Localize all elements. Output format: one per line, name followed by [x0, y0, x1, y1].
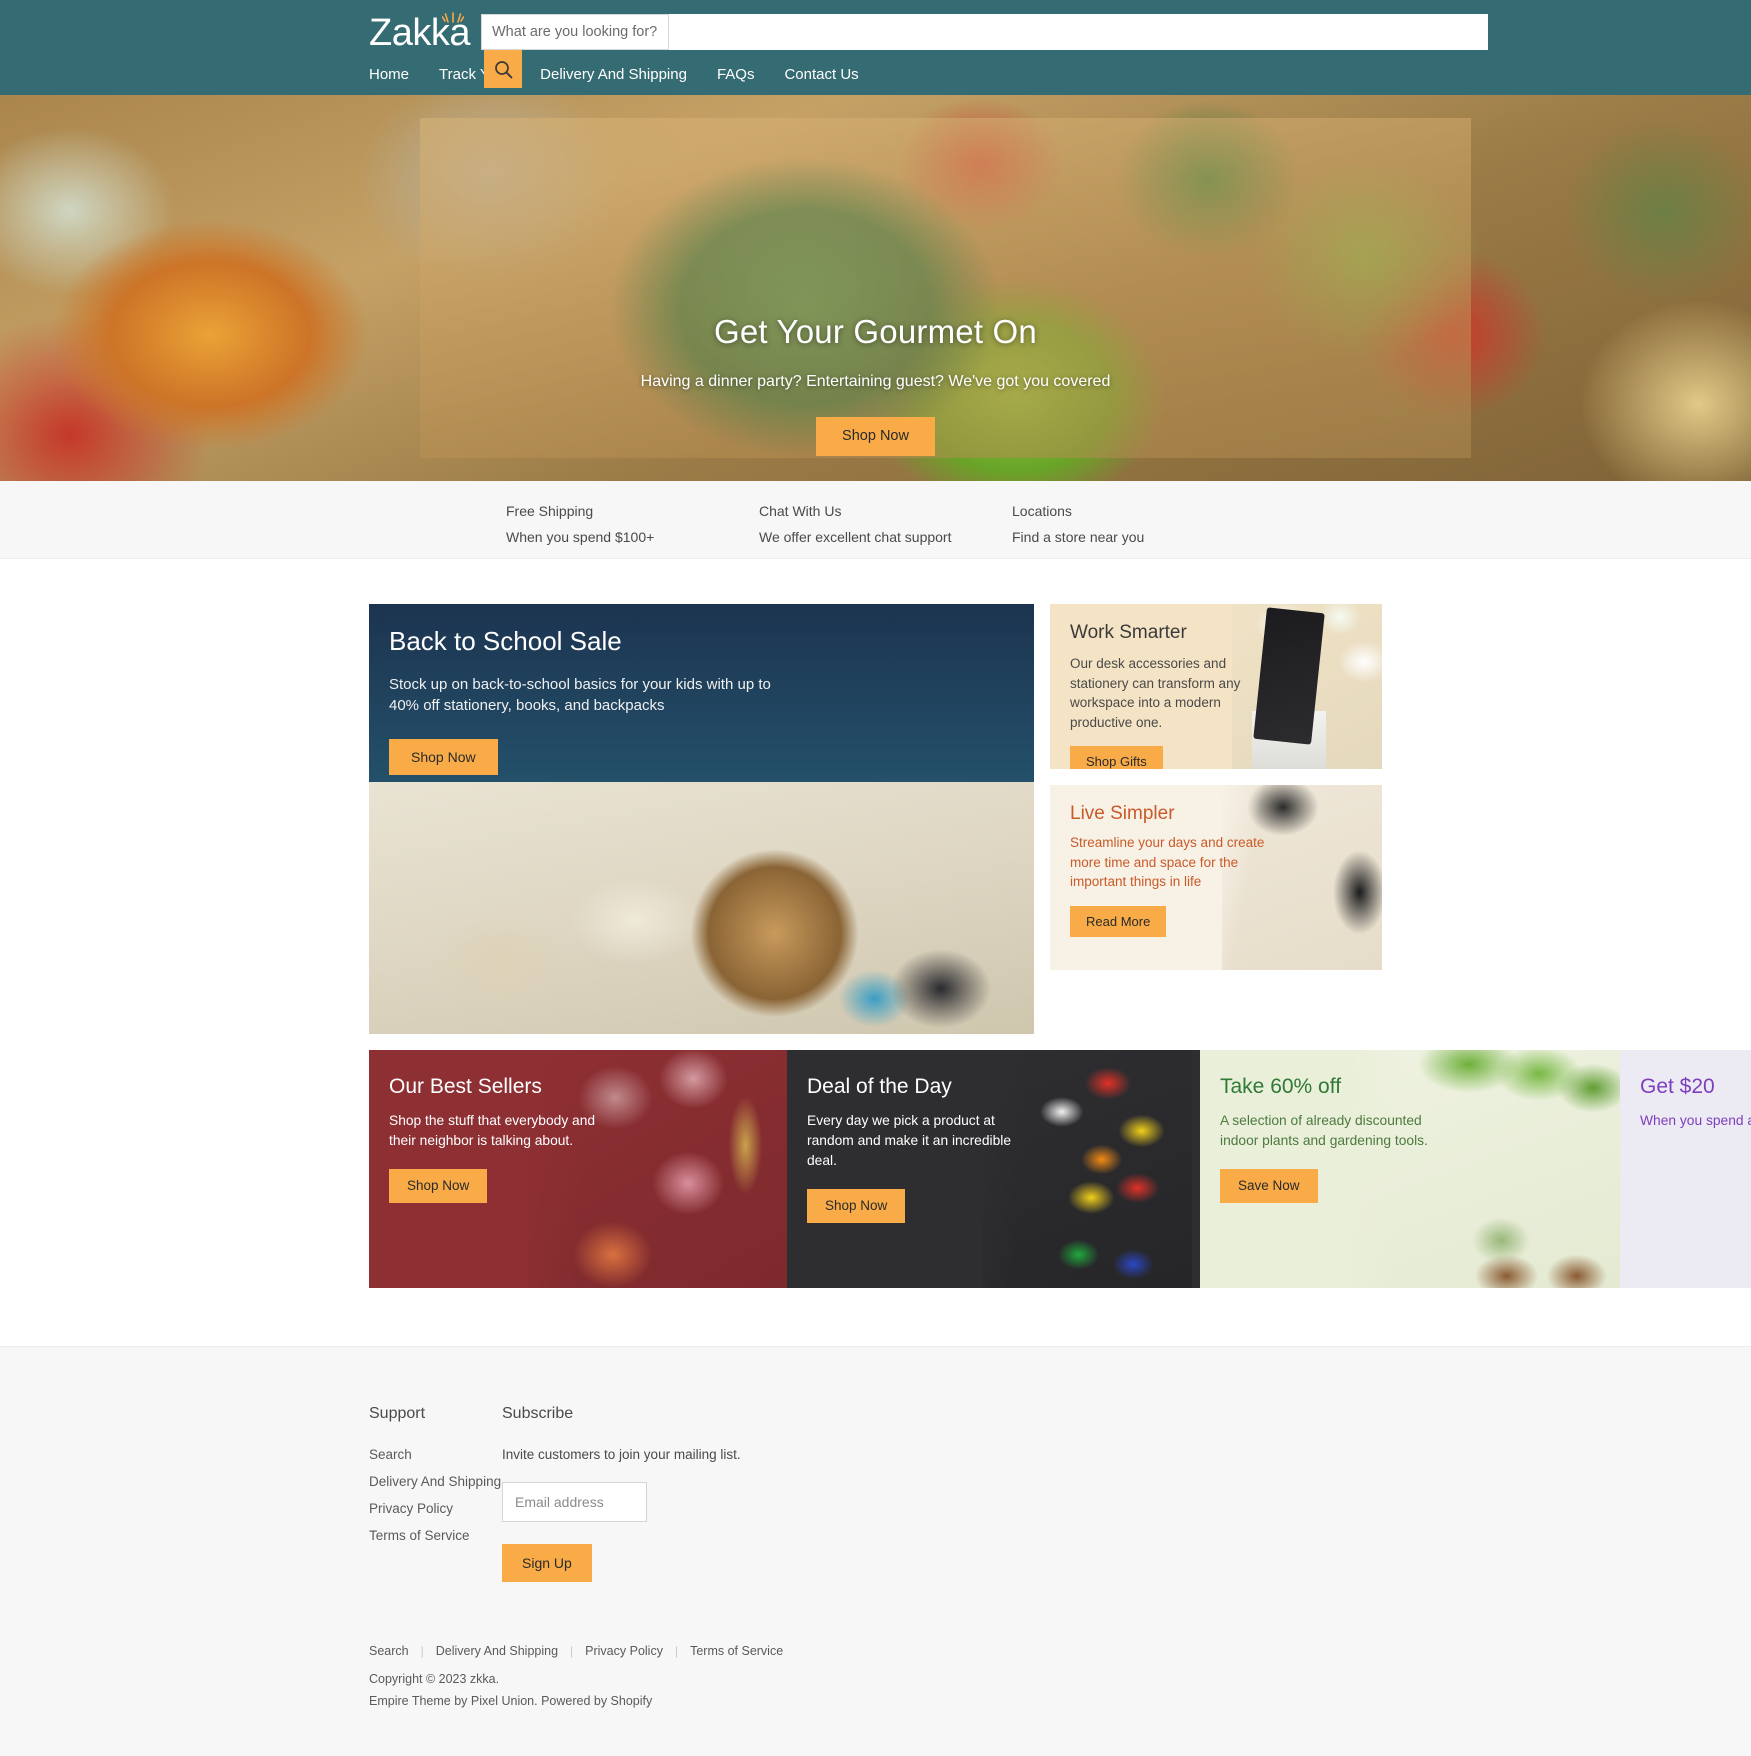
promo-card-back-to-school[interactable]: Back to School Sale Stock up on back-to-…	[369, 604, 1034, 1034]
promo-card-live-simpler[interactable]: Live Simpler Streamline your days and cr…	[1050, 785, 1382, 970]
service-title: Free Shipping	[506, 503, 594, 519]
main-navigation: Home Track Your Delivery And Shipping FA…	[369, 66, 859, 83]
card-text: When you spend and online with	[1640, 1113, 1751, 1128]
school-shop-now-button[interactable]: Shop Now	[389, 738, 498, 775]
promo-card-work-smarter[interactable]: Work Smarter Our desk accessories and st…	[1050, 604, 1382, 769]
service-title: Locations	[1012, 503, 1072, 519]
card-text: A selection of already discounted indoor…	[1220, 1113, 1428, 1148]
footer-bottom: Search | Delivery And Shipping | Privacy…	[369, 1582, 1751, 1756]
service-chat-with-us: Chat With Us We offer excellent chat sup…	[759, 503, 951, 545]
service-free-shipping: Free Shipping When you spend $100+	[506, 503, 654, 545]
card-title: Our Best Sellers	[389, 1075, 542, 1098]
footer-support-column: Support Search Delivery And Shipping Pri…	[369, 1405, 502, 1582]
card-text: Streamline your days and create more tim…	[1070, 835, 1265, 890]
hero-subtitle: Having a dinner party? Entertaining gues…	[640, 373, 1111, 390]
service-text: When you spend $100+	[506, 529, 655, 545]
promo-card-take-60-off[interactable]: Take 60% off A selection of already disc…	[1200, 1050, 1620, 1288]
hero-shop-now-button[interactable]: Shop Now	[816, 417, 935, 456]
footer-bottom-link-privacy-policy[interactable]: Privacy Policy	[573, 1644, 675, 1658]
promotions-carousel: Our Best Sellers Shop the stuff that eve…	[369, 1050, 1751, 1288]
card-image-school-supplies	[369, 782, 1034, 1034]
card-title: Back to School Sale	[389, 626, 622, 656]
footer-subscribe-column: Subscribe Invite customers to join your …	[502, 1405, 922, 1582]
sparkle-burst-icon	[442, 12, 464, 23]
deal-shop-now-button[interactable]: Shop Now	[807, 1189, 906, 1223]
search-icon	[494, 60, 512, 78]
card-text: Our desk accessories and stationery can …	[1070, 656, 1241, 730]
footer-subscribe-description: Invite customers to join your mailing li…	[502, 1447, 741, 1462]
service-title: Chat With Us	[759, 503, 842, 519]
service-text: Find a store near you	[1012, 529, 1145, 545]
promotions-section: Back to School Sale Stock up on back-to-…	[0, 559, 1751, 1288]
card-title: Get $20	[1640, 1075, 1715, 1098]
live-read-more-button[interactable]: Read More	[1070, 905, 1167, 937]
hero-title: Get Your Gourmet On	[714, 313, 1037, 350]
card-title: Live Simpler	[1070, 803, 1175, 824]
card-title: Deal of the Day	[807, 1075, 952, 1098]
footer-bottom-link-terms-of-service[interactable]: Terms of Service	[678, 1644, 795, 1658]
nav-item-faqs[interactable]: FAQs	[717, 66, 755, 83]
card-title: Work Smarter	[1070, 622, 1187, 643]
card-text: Shop the stuff that everybody and their …	[389, 1113, 596, 1148]
plants-save-now-button[interactable]: Save Now	[1220, 1169, 1318, 1203]
card-title: Take 60% off	[1220, 1075, 1342, 1098]
footer-bottom-links: Search | Delivery And Shipping | Privacy…	[369, 1644, 1751, 1658]
sign-up-button[interactable]: Sign Up	[502, 1544, 592, 1582]
hero-banner: Get Your Gourmet On Having a dinner part…	[0, 95, 1751, 481]
footer-link-privacy-policy[interactable]: Privacy Policy	[369, 1501, 502, 1516]
footer-bottom-link-delivery-and-shipping[interactable]: Delivery And Shipping	[424, 1644, 570, 1658]
nav-item-contact-us[interactable]: Contact Us	[784, 66, 858, 83]
service-locations: Locations Find a store near you	[1012, 503, 1144, 545]
search-input[interactable]	[481, 14, 669, 50]
services-bar: Free Shipping When you spend $100+ Chat …	[0, 481, 1751, 559]
search-submit-button[interactable]	[484, 50, 522, 88]
footer-support-heading: Support	[369, 1405, 426, 1422]
theme-credit-text: Empire Theme by Pixel Union. Powered by …	[369, 1694, 653, 1708]
nav-item-home[interactable]: Home	[369, 66, 409, 83]
work-shop-gifts-button[interactable]: Shop Gifts	[1070, 746, 1163, 769]
best-sellers-shop-now-button[interactable]: Shop Now	[389, 1169, 488, 1203]
footer-bottom-link-search[interactable]: Search	[369, 1644, 421, 1658]
shopping-cart-icon[interactable]	[1360, 20, 1390, 48]
service-text: We offer excellent chat support	[759, 529, 952, 545]
copyright-text: Copyright © 2023 zkka.	[369, 1672, 500, 1686]
card-text: Stock up on back-to-school basics for yo…	[389, 676, 771, 715]
site-footer: Support Search Delivery And Shipping Pri…	[0, 1346, 1751, 1756]
footer-link-search[interactable]: Search	[369, 1447, 502, 1462]
site-header: Zakka Home Track Your	[0, 0, 1751, 95]
footer-link-delivery-and-shipping[interactable]: Delivery And Shipping	[369, 1474, 502, 1489]
promo-card-get-20[interactable]: Get $20 When you spend and online with	[1620, 1050, 1751, 1288]
promo-card-deal-of-the-day[interactable]: Deal of the Day Every day we pick a prod…	[787, 1050, 1200, 1288]
card-text: Every day we pick a product at random an…	[807, 1113, 1012, 1168]
footer-link-terms-of-service[interactable]: Terms of Service	[369, 1528, 502, 1543]
footer-subscribe-heading: Subscribe	[502, 1405, 574, 1422]
nav-item-delivery-and-shipping[interactable]: Delivery And Shipping	[540, 66, 687, 83]
promo-card-best-sellers[interactable]: Our Best Sellers Shop the stuff that eve…	[369, 1050, 787, 1288]
email-address-input[interactable]	[502, 1482, 647, 1522]
